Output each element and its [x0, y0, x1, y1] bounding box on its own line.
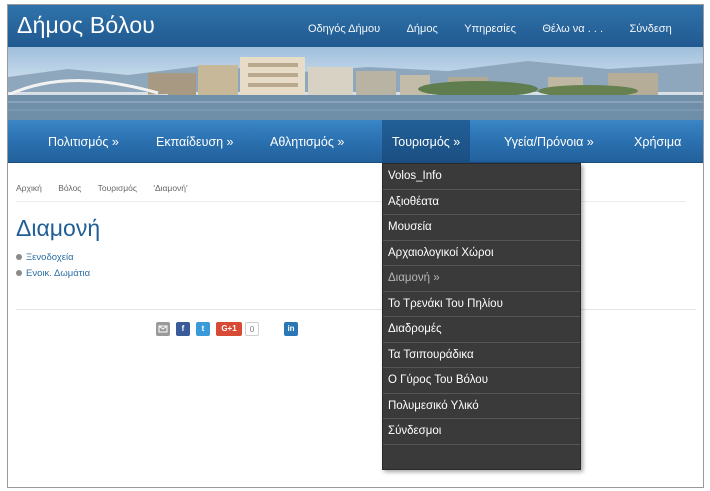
nav-item-useful[interactable]: Χρήσιμα [634, 135, 681, 149]
google-plus-button[interactable]: G+1 [216, 322, 242, 336]
menu-item-archaeological-sites[interactable]: Αρχαιολογικοί Χώροι [383, 241, 580, 266]
top-link-login[interactable]: Σύνδεση [629, 23, 671, 35]
top-link-guide[interactable]: Οδηγός Δήμου [308, 23, 380, 35]
sub-links: Ξενοδοχεία Ενοικ. Δωμάτια [16, 252, 90, 284]
list-item[interactable]: Ενοικ. Δωμάτια [16, 268, 90, 284]
breadcrumb: Αρχική Βόλος Τουρισμός 'Διαμονή' [16, 180, 686, 202]
facebook-icon[interactable]: f [176, 322, 190, 336]
nav-item-culture[interactable]: Πολιτισμός » [48, 135, 119, 149]
breadcrumb-home[interactable]: Αρχική [16, 183, 42, 193]
sublink-rooms[interactable]: Ενοικ. Δωμάτια [26, 268, 90, 279]
google-plus-count: 0 [245, 322, 259, 336]
top-link-i-want-to[interactable]: Θέλω να . . . [542, 23, 603, 35]
nav-item-sports[interactable]: Αθλητισμός » [270, 135, 344, 149]
browser-page: Δήμος Βόλου Οδηγός Δήμου Δήμος Υπηρεσίες… [7, 4, 704, 488]
top-bar: Δήμος Βόλου Οδηγός Δήμου Δήμος Υπηρεσίες… [8, 5, 703, 47]
menu-item-sights[interactable]: Αξιοθέατα [383, 190, 580, 215]
breadcrumb-tourism[interactable]: Τουρισμός [98, 183, 137, 193]
tourism-dropdown-menu: Volos_Info Αξιοθέατα Μουσεία Αρχαιολογικ… [382, 163, 581, 470]
divider [16, 309, 696, 310]
menu-item-accommodation[interactable]: Διαμονή » [383, 266, 580, 292]
top-link-municipality[interactable]: Δήμος [407, 23, 438, 35]
menu-item-tsipouradika[interactable]: Τα Τσιπουράδικα [383, 343, 580, 368]
top-links: Οδηγός Δήμου Δήμος Υπηρεσίες Θέλω να . .… [308, 19, 694, 37]
breadcrumb-volos[interactable]: Βόλος [58, 183, 81, 193]
email-icon[interactable] [156, 322, 170, 336]
menu-item-multimedia[interactable]: Πολυμεσικό Υλικό [383, 394, 580, 419]
menu-item-volos-tour[interactable]: Ο Γύρος Του Βόλου [383, 368, 580, 394]
nav-item-tourism[interactable]: Τουρισμός » [382, 120, 471, 163]
bullet-icon [16, 270, 22, 277]
menu-item-routes[interactable]: Διαδρομές [383, 317, 580, 343]
city-panorama-image [8, 57, 703, 120]
menu-item-volos-info[interactable]: Volos_Info [383, 164, 580, 190]
main-nav: Πολιτισμός » Εκπαίδευση » Αθλητισμός » Τ… [8, 120, 703, 163]
twitter-icon[interactable]: t [196, 322, 210, 336]
page-title: Διαμονή [16, 215, 101, 241]
linkedin-icon[interactable]: in [284, 322, 298, 336]
top-link-services[interactable]: Υπηρεσίες [464, 23, 516, 35]
banner-image [8, 47, 703, 120]
bullet-icon [16, 254, 22, 261]
menu-item-links[interactable]: Σύνδεσμοι [383, 419, 580, 445]
breadcrumb-current: 'Διαμονή' [153, 183, 188, 193]
list-item[interactable]: Ξενοδοχεία [16, 252, 90, 268]
nav-item-education[interactable]: Εκπαίδευση » [156, 135, 234, 149]
menu-item-pelion-train[interactable]: Το Τρενάκι Του Πηλίου [383, 292, 580, 317]
nav-item-health[interactable]: Υγεία/Πρόνοια » [504, 135, 594, 149]
sublink-hotels[interactable]: Ξενοδοχεία [26, 252, 74, 263]
menu-item-museums[interactable]: Μουσεία [383, 215, 580, 241]
site-title[interactable]: Δήμος Βόλου [17, 12, 155, 39]
